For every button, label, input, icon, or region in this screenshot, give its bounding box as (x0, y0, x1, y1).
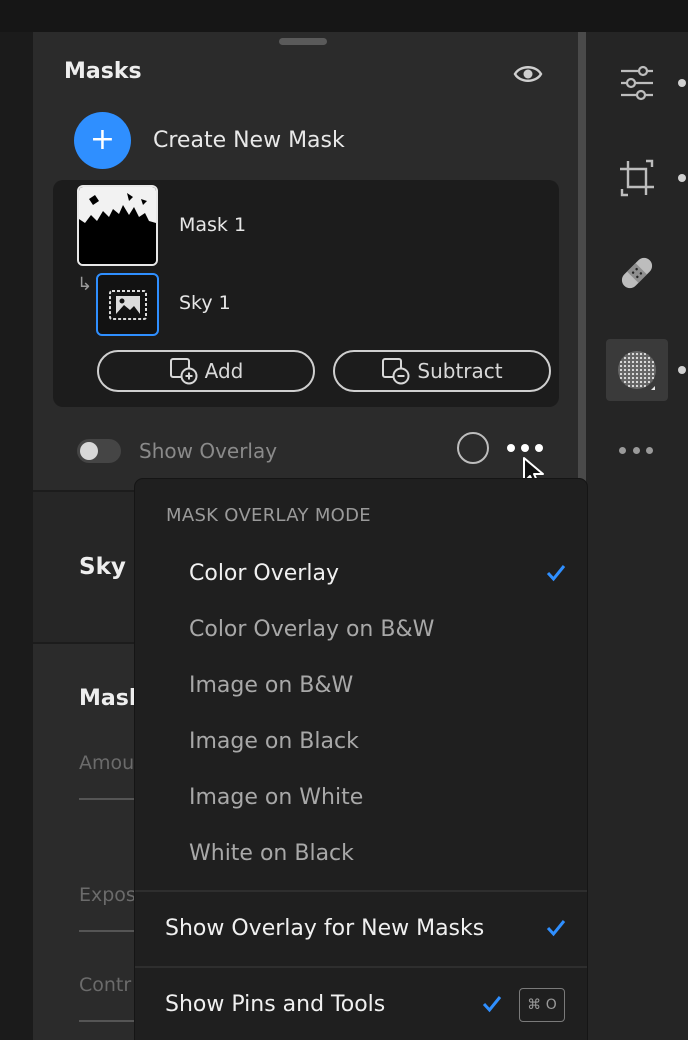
left-strip (0, 32, 33, 1040)
crop-icon (620, 159, 654, 197)
menu-item-color-overlay[interactable]: Color Overlay (135, 549, 587, 599)
dot (632, 447, 640, 454)
masking-tool-button[interactable] (606, 339, 668, 401)
checkmark-icon (546, 565, 566, 582)
menu-item-show-pins-tools[interactable]: Show Pins and Tools ⌘ O (135, 978, 587, 1034)
sliders-icon (621, 65, 653, 101)
masking-icon (618, 351, 656, 390)
more-tools-button[interactable] (619, 447, 653, 455)
menu-header: MASK OVERLAY MODE (166, 505, 371, 526)
menu-item-white-on-black[interactable]: White on Black (135, 829, 587, 879)
eye-icon[interactable] (513, 62, 543, 86)
amount-label: Amou (79, 752, 135, 774)
checkmark-icon (482, 996, 502, 1013)
menu-item-label: Image on White (189, 785, 364, 810)
menu-item-label: Show Pins and Tools (165, 992, 386, 1017)
sky-section-title: Sky (79, 554, 126, 580)
top-bar (0, 0, 688, 32)
tool-indicator-dot (678, 174, 686, 182)
keyboard-shortcut-badge: ⌘ O (519, 988, 565, 1022)
show-overlay-toggle[interactable] (77, 439, 121, 463)
menu-item-label: Show Overlay for New Masks (165, 916, 485, 941)
create-new-mask-button[interactable]: + Create New Mask (74, 111, 345, 169)
tool-indicator-dot (678, 79, 686, 87)
tool-indicator-dot (678, 366, 686, 374)
subtract-button[interactable]: Subtract (333, 350, 551, 392)
exposure-slider[interactable] (79, 930, 139, 932)
create-new-mask-label: Create New Mask (153, 127, 345, 153)
mask-section-title: Masl (79, 686, 137, 711)
checkmark-icon (546, 920, 566, 937)
menu-item-label: Image on B&W (189, 673, 354, 698)
crop-tool-button[interactable] (606, 147, 668, 209)
menu-item-show-overlay-new-masks[interactable]: Show Overlay for New Masks (135, 902, 587, 958)
panel-scrollbar[interactable] (578, 32, 586, 492)
subtract-label: Subtract (417, 359, 503, 383)
dot (521, 444, 529, 452)
menu-item-image-on-bw[interactable]: Image on B&W (135, 661, 587, 711)
menu-item-image-on-white[interactable]: Image on White (135, 773, 587, 823)
menu-separator (135, 890, 587, 892)
add-label: Add (204, 359, 244, 383)
show-overlay-label: Show Overlay (139, 439, 278, 463)
mask-list: Mask 1 ↳ Sky 1 Add Subtract (53, 180, 559, 407)
mask-1-label[interactable]: Mask 1 (179, 214, 246, 236)
menu-item-color-overlay-bw[interactable]: Color Overlay on B&W (135, 605, 587, 655)
overlay-color-button[interactable] (457, 432, 489, 464)
dot (535, 444, 543, 452)
menu-item-label: White on Black (189, 841, 354, 866)
exposure-label: Expos (79, 884, 136, 906)
sky-1-label[interactable]: Sky 1 (179, 292, 231, 314)
menu-item-label: Color Overlay (189, 561, 339, 586)
sky-image-icon (108, 289, 147, 320)
overlay-options-button[interactable] (507, 444, 543, 454)
menu-item-label: Color Overlay on B&W (189, 617, 435, 642)
healing-tool-button[interactable] (606, 242, 668, 304)
show-overlay-row: Show Overlay (73, 430, 553, 488)
dot (646, 447, 653, 454)
plus-icon: + (74, 111, 131, 169)
bandage-icon (621, 257, 653, 289)
overlay-mode-menu: MASK OVERLAY MODE Color Overlay Color Ov… (135, 479, 587, 1040)
add-button[interactable]: Add (97, 350, 315, 392)
menu-item-label: Image on Black (189, 729, 359, 754)
subtract-mask-icon (382, 358, 410, 385)
add-mask-icon (169, 358, 198, 385)
child-connector-icon: ↳ (77, 274, 93, 295)
panel-title: Masks (64, 59, 142, 84)
toggle-knob (80, 442, 98, 460)
tool-strip (586, 32, 688, 1040)
amount-slider[interactable] (79, 798, 139, 800)
dot (507, 444, 515, 452)
mask-1-thumbnail[interactable] (77, 185, 158, 266)
menu-item-image-on-black[interactable]: Image on Black (135, 717, 587, 767)
menu-separator (135, 966, 587, 968)
edit-tool-button[interactable] (606, 52, 668, 114)
more-icon (619, 447, 626, 454)
sky-1-thumbnail[interactable] (96, 273, 159, 336)
contrast-slider[interactable] (79, 1020, 139, 1022)
panel-drag-handle[interactable] (279, 38, 327, 45)
contrast-label: Contr (79, 974, 132, 996)
